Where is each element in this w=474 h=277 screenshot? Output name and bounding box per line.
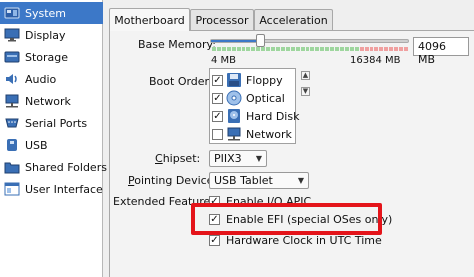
user-interface-icon (4, 181, 20, 197)
sidebar-item-network[interactable]: Network (0, 90, 103, 112)
boot-order-list: ✓ Floppy ✓ Optical ✓ Hard Disk Network (209, 68, 299, 144)
chipset-select[interactable]: PIIX3 ▼ (209, 150, 267, 167)
base-memory-max-label: 16384 MB (350, 55, 401, 66)
sidebar-item-system[interactable]: System (0, 2, 103, 24)
checkbox[interactable]: ✓ (212, 74, 223, 86)
floppy-icon (226, 72, 242, 88)
base-memory-scale (212, 47, 409, 51)
base-memory-input[interactable]: 4096 MB (413, 37, 469, 66)
sidebar-item-label: Shared Folders (25, 160, 107, 174)
pointing-device-select[interactable]: USB Tablet ▼ (209, 172, 309, 189)
network-icon (226, 126, 242, 142)
scale-segment (403, 47, 409, 51)
tab-label: Acceleration (259, 13, 328, 27)
chevron-down-icon: ▼ (255, 154, 262, 163)
audio-icon (4, 71, 20, 87)
sidebar-item-usb[interactable]: USB (0, 134, 103, 156)
base-memory-slider-handle[interactable] (255, 34, 265, 47)
chipset-label: Chipset: (155, 152, 201, 165)
serial-ports-icon (4, 115, 20, 131)
shared-folders-icon (4, 159, 20, 175)
system-icon (4, 5, 20, 21)
base-memory-min-label: 4 MB (211, 55, 237, 66)
optical-disc-icon (226, 90, 242, 106)
utc-clock-checkbox[interactable]: ✓ Hardware Clock in UTC Time (209, 234, 382, 247)
boot-item-label: Hard Disk (246, 109, 300, 123)
slider-fill (211, 40, 261, 42)
sidebar-item-label: Display (25, 28, 66, 42)
boot-item-hard-disk[interactable]: ✓ Hard Disk (212, 107, 299, 125)
boot-item-network[interactable]: Network (212, 125, 295, 143)
sidebar-item-serial-ports[interactable]: Serial Ports (0, 112, 103, 134)
pointing-device-label: Pointing Device: (128, 174, 218, 187)
chevron-down-icon: ▼ (297, 176, 304, 185)
sidebar-item-audio[interactable]: Audio (0, 68, 103, 90)
pointing-device-value: USB Tablet (214, 174, 273, 187)
sidebar-item-label: USB (25, 138, 48, 152)
hard-disk-icon (226, 108, 242, 124)
highlight-box (191, 203, 382, 235)
sidebar-item-label: Network (25, 94, 71, 108)
sidebar-item-label: Storage (25, 50, 69, 64)
sidebar-item-label: Serial Ports (25, 116, 88, 130)
settings-sidebar: System Display Storage Audio Network Ser… (0, 0, 107, 277)
sidebar-item-label: System (25, 6, 67, 20)
sidebar-item-display[interactable]: Display (0, 24, 103, 46)
boot-item-floppy[interactable]: ✓ Floppy (212, 71, 295, 89)
checkbox[interactable]: ✓ (212, 110, 223, 122)
tab-processor[interactable]: Processor (190, 9, 254, 30)
boot-item-label: Optical (246, 91, 285, 105)
usb-icon (4, 137, 20, 153)
sidebar-item-label: User Interface (25, 182, 103, 196)
base-memory-label: Base Memory: (138, 38, 216, 51)
sidebar-item-label: Audio (25, 72, 57, 86)
boot-item-optical[interactable]: ✓ Optical (212, 89, 295, 107)
tab-label: Motherboard (114, 13, 185, 27)
sidebar-item-storage[interactable]: Storage (0, 46, 103, 68)
base-memory-slider[interactable] (210, 39, 409, 43)
checkbox[interactable] (212, 128, 223, 140)
sidebar-item-user-interface[interactable]: User Interface (0, 178, 103, 200)
move-up-button[interactable]: ▲ (301, 71, 310, 80)
network-icon (4, 93, 20, 109)
sidebar-item-shared-folders[interactable]: Shared Folders (0, 156, 107, 178)
tab-acceleration[interactable]: Acceleration (254, 9, 333, 30)
chipset-value: PIIX3 (214, 152, 242, 165)
feature-label: Hardware Clock in UTC Time (226, 234, 382, 247)
boot-item-label: Network (246, 127, 292, 141)
checkbox[interactable]: ✓ (209, 235, 220, 246)
storage-icon (4, 49, 20, 65)
boot-order-label: Boot Order: (149, 75, 213, 88)
boot-item-label: Floppy (246, 73, 283, 87)
tab-motherboard[interactable]: Motherboard (109, 8, 190, 31)
move-down-button[interactable]: ▼ (301, 87, 310, 96)
checkbox[interactable]: ✓ (212, 92, 223, 104)
tab-label: Processor (195, 13, 249, 27)
display-icon (4, 27, 20, 43)
